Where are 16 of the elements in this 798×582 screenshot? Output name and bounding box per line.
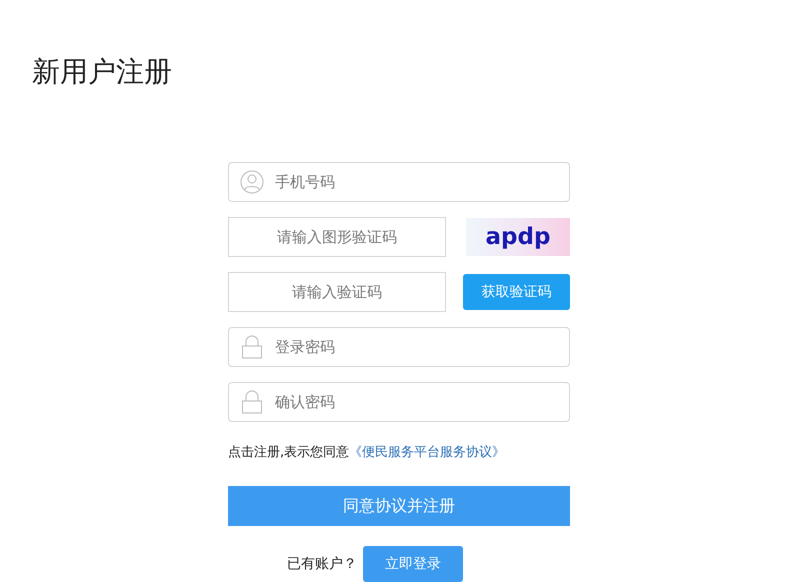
- agreement-text: 点击注册,表示您同意《便民服务平台服务协议》: [228, 444, 506, 461]
- input-field[interactable]: 确认密码: [228, 382, 570, 422]
- lock-icon: [240, 335, 264, 359]
- captcha-image[interactable]: apdp: [466, 218, 570, 256]
- login-button[interactable]: 立即登录: [363, 546, 463, 582]
- lock-icon: [240, 390, 264, 414]
- input-field[interactable]: 手机号码: [228, 162, 570, 202]
- get-code-button[interactable]: 获取验证码: [463, 274, 570, 310]
- agreement-link[interactable]: 《便民服务平台服务协议》: [349, 445, 506, 460]
- input-field[interactable]: 请输入图形验证码: [228, 217, 446, 257]
- register-button[interactable]: 同意协议并注册: [228, 486, 570, 526]
- page-title: 新用户注册: [32, 54, 172, 90]
- input-field[interactable]: 登录密码: [228, 327, 570, 367]
- user-icon: [240, 170, 264, 194]
- login-prompt: 已有账户？: [287, 555, 357, 573]
- input-field[interactable]: 请输入验证码: [228, 272, 446, 312]
